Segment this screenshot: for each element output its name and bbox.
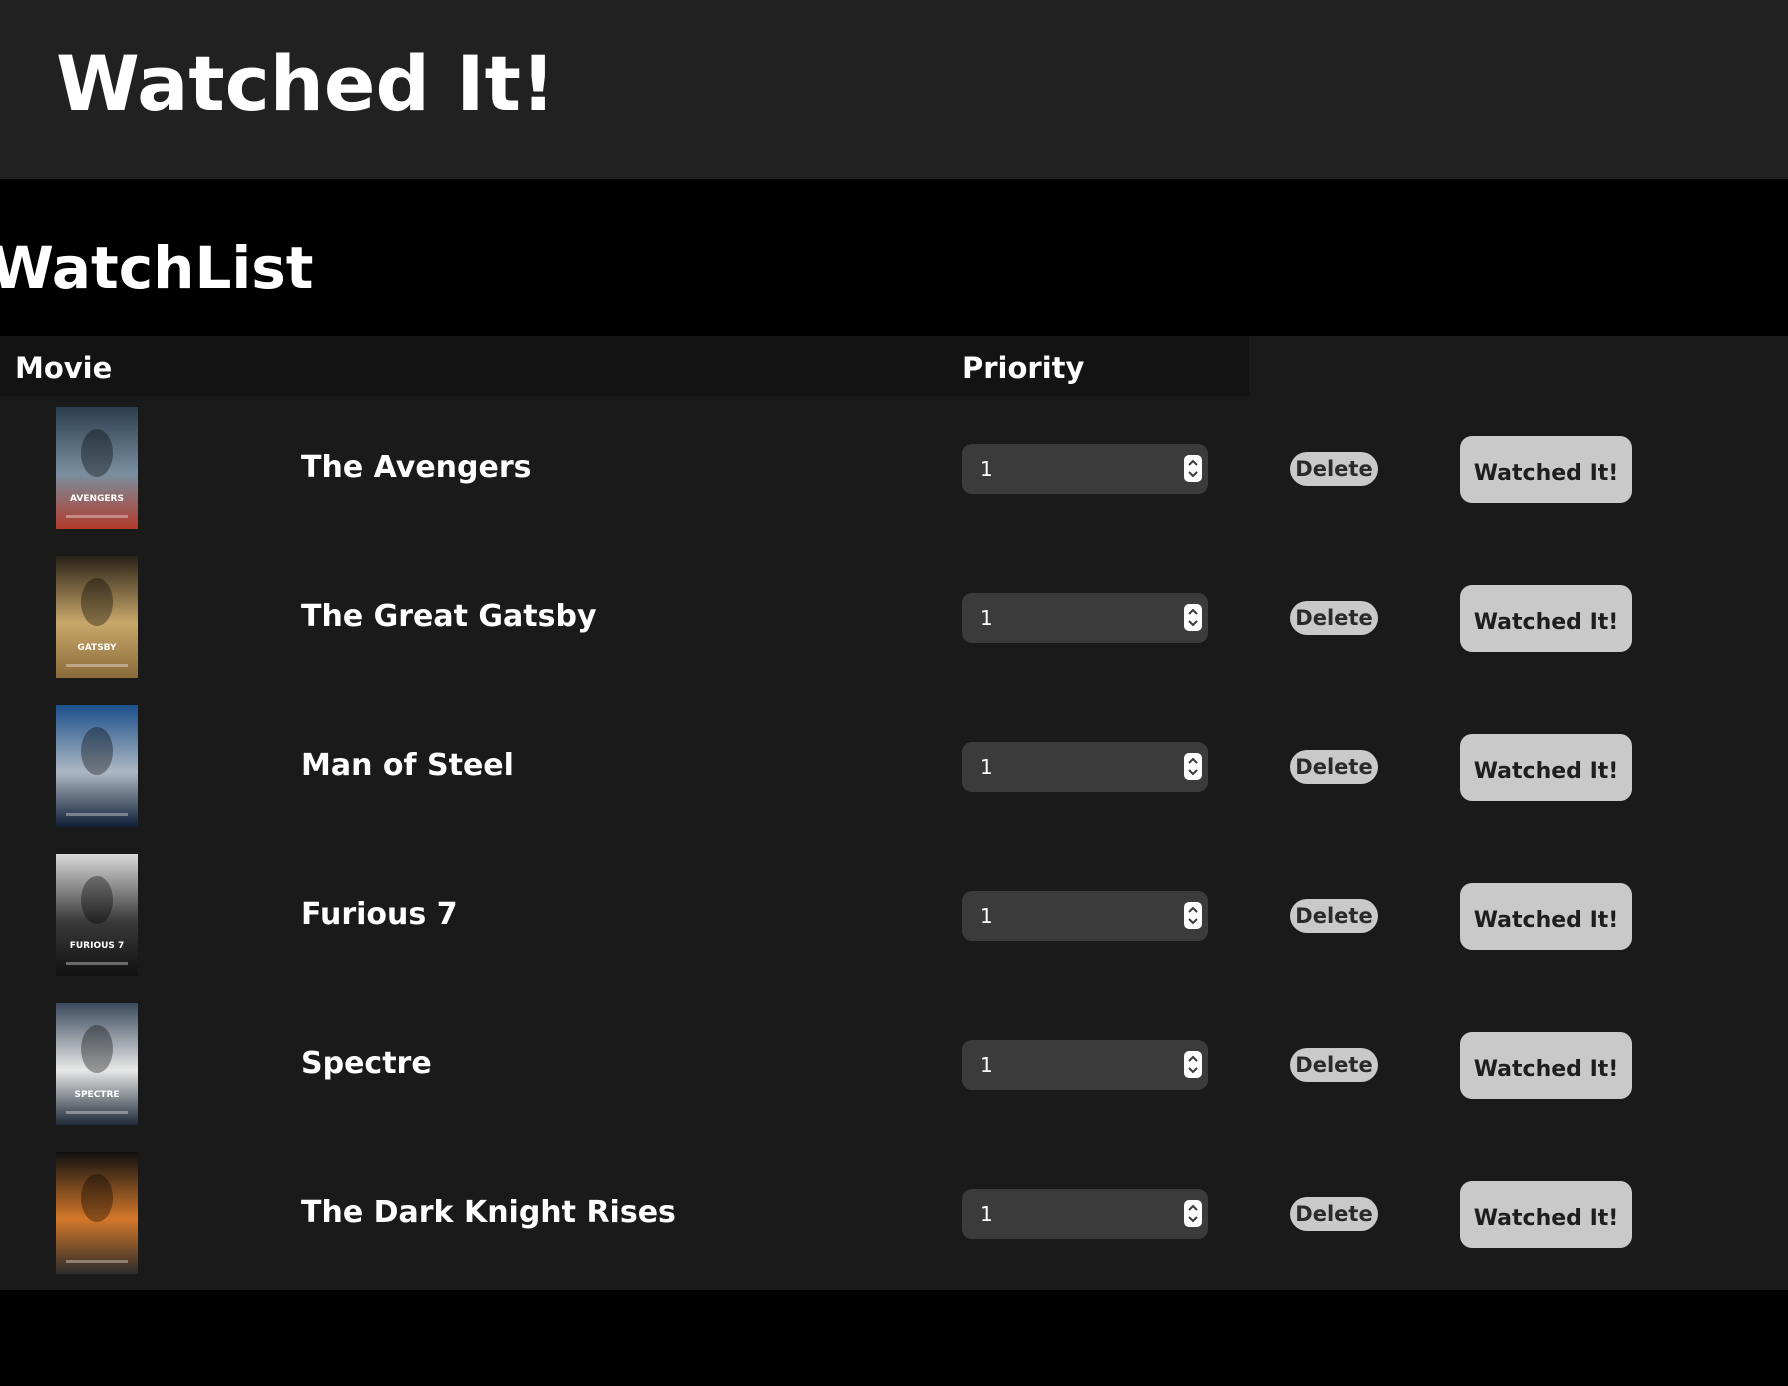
priority-stepper[interactable]: 1 xyxy=(962,742,1208,792)
watched-it-button[interactable]: Watched It! xyxy=(1460,883,1632,950)
table-row-4: FURIOUS 7 Furious 7 1 Delete Watched It! xyxy=(0,843,1788,992)
movie-title: The Great Gatsby xyxy=(301,599,597,634)
poster-image: SPECTRE xyxy=(56,1003,138,1125)
watched-it-button[interactable]: Watched It! xyxy=(1460,585,1632,652)
stepper-arrows-icon[interactable] xyxy=(1184,1051,1202,1078)
watched-it-button[interactable]: Watched It! xyxy=(1460,1032,1632,1099)
table-row-2: GATSBY The Great Gatsby 1 Delete Watched… xyxy=(0,545,1788,694)
priority-stepper[interactable]: 1 xyxy=(962,1189,1208,1239)
stepper-arrows-icon[interactable] xyxy=(1184,753,1202,780)
priority-value[interactable]: 1 xyxy=(980,1040,993,1090)
movie-title: Furious 7 xyxy=(301,897,458,932)
stepper-arrows-icon[interactable] xyxy=(1184,604,1202,631)
priority-stepper[interactable]: 1 xyxy=(962,1040,1208,1090)
movie-title: The Avengers xyxy=(301,450,532,485)
poster-image: GATSBY xyxy=(56,556,138,678)
movie-poster: GATSBY xyxy=(56,556,138,678)
column-header-movie: Movie xyxy=(15,351,113,385)
watched-it-button[interactable]: Watched It! xyxy=(1460,734,1632,801)
movie-poster xyxy=(56,705,138,827)
priority-value[interactable]: 1 xyxy=(980,444,993,494)
table-row-6: The Dark Knight Rises 1 Delete Watched I… xyxy=(0,1141,1788,1290)
delete-button[interactable]: Delete xyxy=(1290,601,1378,635)
movie-poster: FURIOUS 7 xyxy=(56,854,138,976)
app-title: Watched It! xyxy=(56,39,556,128)
svg-text:FURIOUS 7: FURIOUS 7 xyxy=(70,941,125,951)
app-header: Watched It! xyxy=(0,0,1788,179)
priority-value[interactable]: 1 xyxy=(980,891,993,941)
priority-stepper[interactable]: 1 xyxy=(962,444,1208,494)
column-header-priority: Priority xyxy=(962,351,1085,385)
movie-title: Spectre xyxy=(301,1046,432,1081)
movie-poster xyxy=(56,1152,138,1274)
poster-image xyxy=(56,1152,138,1274)
delete-button[interactable]: Delete xyxy=(1290,452,1378,486)
stepper-arrows-icon[interactable] xyxy=(1184,902,1202,929)
movie-poster: SPECTRE xyxy=(56,1003,138,1125)
stepper-arrows-icon[interactable] xyxy=(1184,1200,1202,1227)
table-row-3: Man of Steel 1 Delete Watched It! xyxy=(0,694,1788,843)
stepper-arrows-icon[interactable] xyxy=(1184,455,1202,482)
delete-button[interactable]: Delete xyxy=(1290,750,1378,784)
table-row-5: SPECTRE Spectre 1 Delete Watched It! xyxy=(0,992,1788,1141)
watchlist-title: WatchList xyxy=(0,234,314,302)
poster-image: AVENGERS xyxy=(56,407,138,529)
poster-image xyxy=(56,705,138,827)
delete-button[interactable]: Delete xyxy=(1290,1197,1378,1231)
watched-it-button[interactable]: Watched It! xyxy=(1460,1181,1632,1248)
table-header: Movie Priority xyxy=(0,336,1249,396)
table-row-1: AVENGERS The Avengers 1 Delete Watched I… xyxy=(0,396,1788,545)
svg-text:SPECTRE: SPECTRE xyxy=(74,1090,119,1100)
priority-value[interactable]: 1 xyxy=(980,742,993,792)
movie-poster: AVENGERS xyxy=(56,407,138,529)
poster-image: FURIOUS 7 xyxy=(56,854,138,976)
priority-value[interactable]: 1 xyxy=(980,1189,993,1239)
watchlist-table: Movie Priority AVENGERS The Avengers 1 D… xyxy=(0,336,1788,1290)
priority-value[interactable]: 1 xyxy=(980,593,993,643)
svg-text:AVENGERS: AVENGERS xyxy=(70,494,124,504)
delete-button[interactable]: Delete xyxy=(1290,1048,1378,1082)
movie-title: Man of Steel xyxy=(301,748,514,783)
watched-it-button[interactable]: Watched It! xyxy=(1460,436,1632,503)
delete-button[interactable]: Delete xyxy=(1290,899,1378,933)
svg-text:GATSBY: GATSBY xyxy=(77,643,117,653)
priority-stepper[interactable]: 1 xyxy=(962,593,1208,643)
priority-stepper[interactable]: 1 xyxy=(962,891,1208,941)
movie-title: The Dark Knight Rises xyxy=(301,1195,676,1230)
